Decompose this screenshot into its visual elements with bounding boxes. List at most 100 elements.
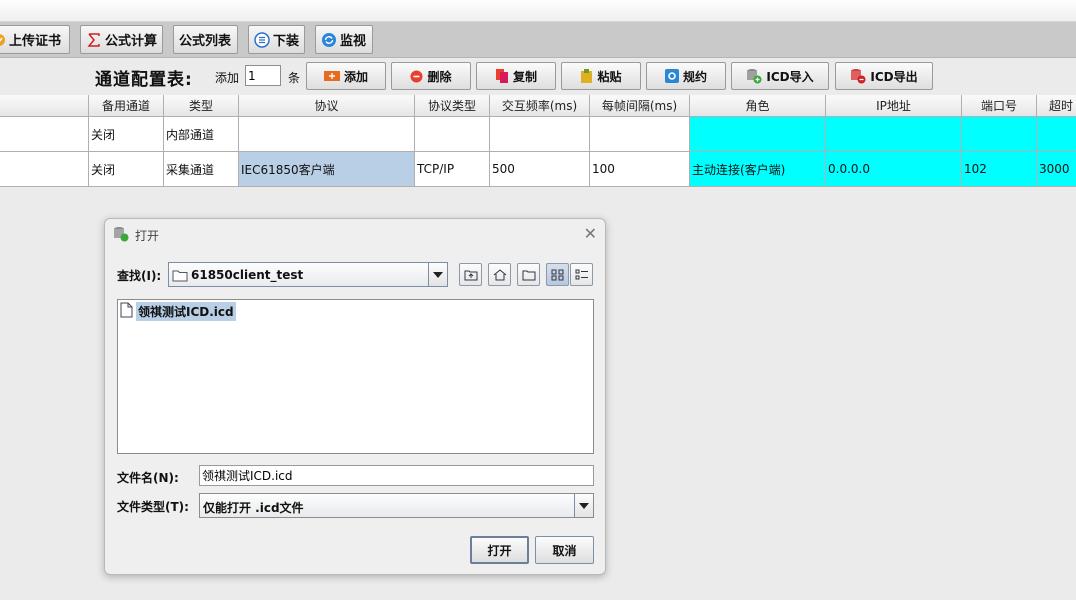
up-folder-button[interactable] — [459, 263, 482, 286]
header-type[interactable]: 类型 — [164, 95, 239, 117]
table-row-cell[interactable] — [826, 117, 962, 152]
list-circle-icon — [254, 31, 270, 48]
header-timeout[interactable]: 超时 — [1037, 95, 1076, 117]
table-row-cell[interactable]: 3000 — [1037, 152, 1076, 187]
table-row-cell[interactable]: 采集通道 — [164, 152, 239, 187]
table-row-cell[interactable] — [490, 117, 590, 152]
header-interval[interactable]: 交互频率(ms) — [490, 95, 590, 117]
icd-import-label: ICD导入 — [766, 69, 814, 84]
download-button[interactable]: 下装 — [248, 25, 305, 54]
details-view-button[interactable] — [570, 263, 593, 286]
lookin-value: 61850client_test — [191, 268, 304, 282]
header-protocol-type[interactable]: 协议类型 — [415, 95, 490, 117]
copy-button-label: 复制 — [512, 69, 537, 84]
paste-icon — [580, 68, 593, 84]
table-row-cell[interactable]: TCP/IP — [415, 152, 490, 187]
table-row-cell[interactable]: 关闭 — [89, 117, 164, 152]
header-port[interactable]: 端口号 — [962, 95, 1037, 117]
header-backup-channel[interactable]: 备用通道 — [89, 95, 164, 117]
refresh-circle-icon — [321, 32, 337, 48]
file-list[interactable]: 领祺测试ICD.icd — [117, 299, 594, 454]
paste-button[interactable]: 粘贴 — [561, 62, 641, 90]
folder-icon — [172, 268, 188, 285]
table-row-cell[interactable] — [415, 117, 490, 152]
filename-field[interactable] — [199, 465, 594, 486]
table-row-cell[interactable]: 100 — [590, 152, 690, 187]
delete-icon — [410, 70, 423, 83]
add-count-input[interactable] — [245, 65, 281, 86]
main-toolbar: 上传证书 公式计算 公式列表 下装 监视 — [0, 22, 1076, 58]
filetype-combo[interactable]: 仅能打开 .icd文件 — [199, 493, 594, 518]
copy-icon — [495, 68, 509, 84]
monitor-button[interactable]: 监视 — [315, 25, 373, 54]
file-icon — [120, 302, 133, 321]
icd-export-label: ICD导出 — [870, 69, 918, 84]
close-icon[interactable]: ✕ — [584, 224, 597, 243]
formula-calc-button[interactable]: 公式计算 — [80, 25, 163, 54]
database-export-icon — [850, 68, 866, 84]
certificate-icon — [0, 33, 6, 47]
table-row-cell[interactable] — [690, 117, 826, 152]
table-row-cell[interactable]: 主动连接(客户端) — [690, 152, 826, 187]
chevron-down-icon[interactable] — [428, 263, 447, 286]
delete-button-label: 删除 — [427, 69, 452, 84]
icd-export-button[interactable]: ICD导出 — [835, 62, 933, 90]
add-folder-icon — [323, 70, 340, 82]
lookin-label: 查找(I): — [117, 269, 162, 283]
gear-icon — [664, 69, 679, 83]
formula-calc-label: 公式计算 — [105, 34, 158, 49]
protocol-button-label: 规约 — [682, 69, 707, 84]
table-row-cell[interactable] — [0, 117, 89, 152]
table-row-cell[interactable]: 内部通道 — [164, 117, 239, 152]
filetype-value: 仅能打开 .icd文件 — [203, 501, 304, 515]
header-role[interactable]: 角色 — [690, 95, 826, 117]
icd-import-button[interactable]: ICD导入 — [731, 62, 829, 90]
file-name: 领祺测试ICD.icd — [136, 302, 236, 321]
sigma-icon — [86, 32, 102, 48]
upload-certificate-button[interactable]: 上传证书 — [0, 25, 70, 54]
protocol-button[interactable]: 规约 — [646, 62, 726, 90]
table-row-cell[interactable] — [590, 117, 690, 152]
filetype-label: 文件类型(T): — [117, 500, 189, 514]
database-icon — [113, 226, 129, 245]
table-row-cell[interactable]: 关闭 — [89, 152, 164, 187]
table-row-cell-selected[interactable]: IEC61850客户端 — [239, 152, 415, 187]
delete-button[interactable]: 删除 — [391, 62, 471, 90]
config-title: 通道配置表: — [95, 70, 193, 90]
paste-button-label: 粘贴 — [597, 69, 622, 84]
header-protocol[interactable]: 协议 — [239, 95, 415, 117]
header-blank — [0, 95, 89, 117]
header-ip-address[interactable]: IP地址 — [826, 95, 962, 117]
chevron-down-icon[interactable] — [574, 494, 593, 517]
formula-list-label: 公式列表 — [179, 34, 232, 49]
table-row-cell[interactable]: 500 — [490, 152, 590, 187]
upload-certificate-label: 上传证书 — [9, 34, 62, 49]
cancel-button[interactable]: 取消 — [535, 536, 594, 564]
channel-config-bar: 通道配置表: 添加 条 添加 删除 复制 粘贴 规约 ICD导入 ICD导出 — [0, 59, 1076, 95]
open-button[interactable]: 打开 — [470, 536, 529, 564]
add-count-label: 添加 — [215, 71, 240, 85]
formula-list-button[interactable]: 公式列表 — [173, 25, 238, 54]
add-button-label: 添加 — [343, 69, 368, 84]
window-top-strip — [0, 0, 1076, 22]
new-folder-button[interactable] — [517, 263, 540, 286]
filename-label: 文件名(N): — [117, 471, 179, 485]
open-file-dialog: 打开 ✕ 查找(I): 61850client_test 领祺测试ICD.icd — [104, 218, 606, 575]
list-item[interactable]: 领祺测试ICD.icd — [120, 302, 236, 321]
copy-button[interactable]: 复制 — [476, 62, 556, 90]
table-row-cell[interactable] — [239, 117, 415, 152]
table-row-cell[interactable] — [1037, 117, 1076, 152]
dialog-title-bar[interactable]: 打开 ✕ — [105, 219, 605, 249]
monitor-label: 监视 — [340, 34, 367, 49]
table-row-cell[interactable]: 0.0.0.0 — [826, 152, 962, 187]
download-label: 下装 — [273, 34, 300, 49]
home-button[interactable] — [488, 263, 511, 286]
lookin-combo[interactable]: 61850client_test — [168, 262, 448, 287]
table-row-cell[interactable] — [962, 117, 1037, 152]
list-view-button[interactable] — [546, 263, 569, 286]
table-row-cell[interactable]: 102 — [962, 152, 1037, 187]
add-button[interactable]: 添加 — [306, 62, 386, 90]
header-frame-interval[interactable]: 每帧间隔(ms) — [590, 95, 690, 117]
add-count-unit: 条 — [288, 71, 301, 85]
table-row-cell[interactable] — [0, 152, 89, 187]
